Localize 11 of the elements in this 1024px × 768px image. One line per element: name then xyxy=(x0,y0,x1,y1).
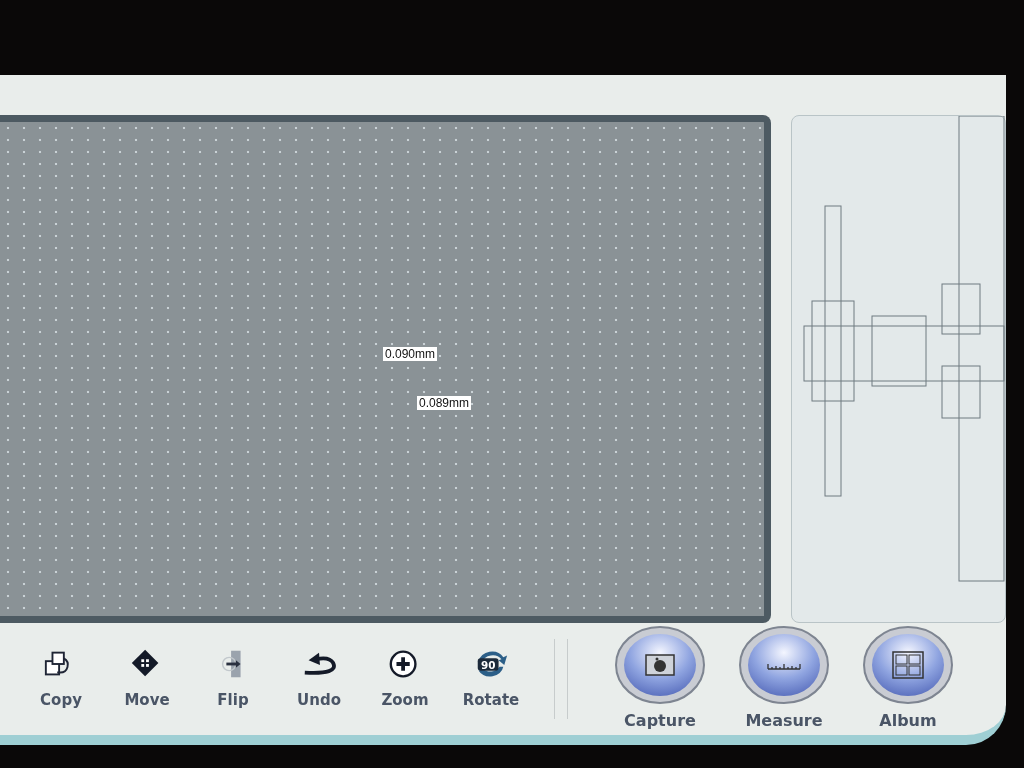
measurement-label: 0.090mm xyxy=(383,347,438,361)
ruler-icon xyxy=(767,663,801,670)
rotate-button[interactable]: 90 Rotate xyxy=(448,646,534,712)
move-button[interactable]: Move xyxy=(104,646,190,712)
undo-button[interactable]: Undo xyxy=(276,646,362,712)
camera-icon xyxy=(645,654,675,676)
measurement-label: 0.089mm xyxy=(417,396,472,410)
zoom-button[interactable]: Zoom xyxy=(362,646,448,712)
flip-button[interactable]: Flip xyxy=(190,646,276,712)
grid-icon xyxy=(892,651,924,679)
copy-button[interactable]: Copy xyxy=(18,646,104,712)
